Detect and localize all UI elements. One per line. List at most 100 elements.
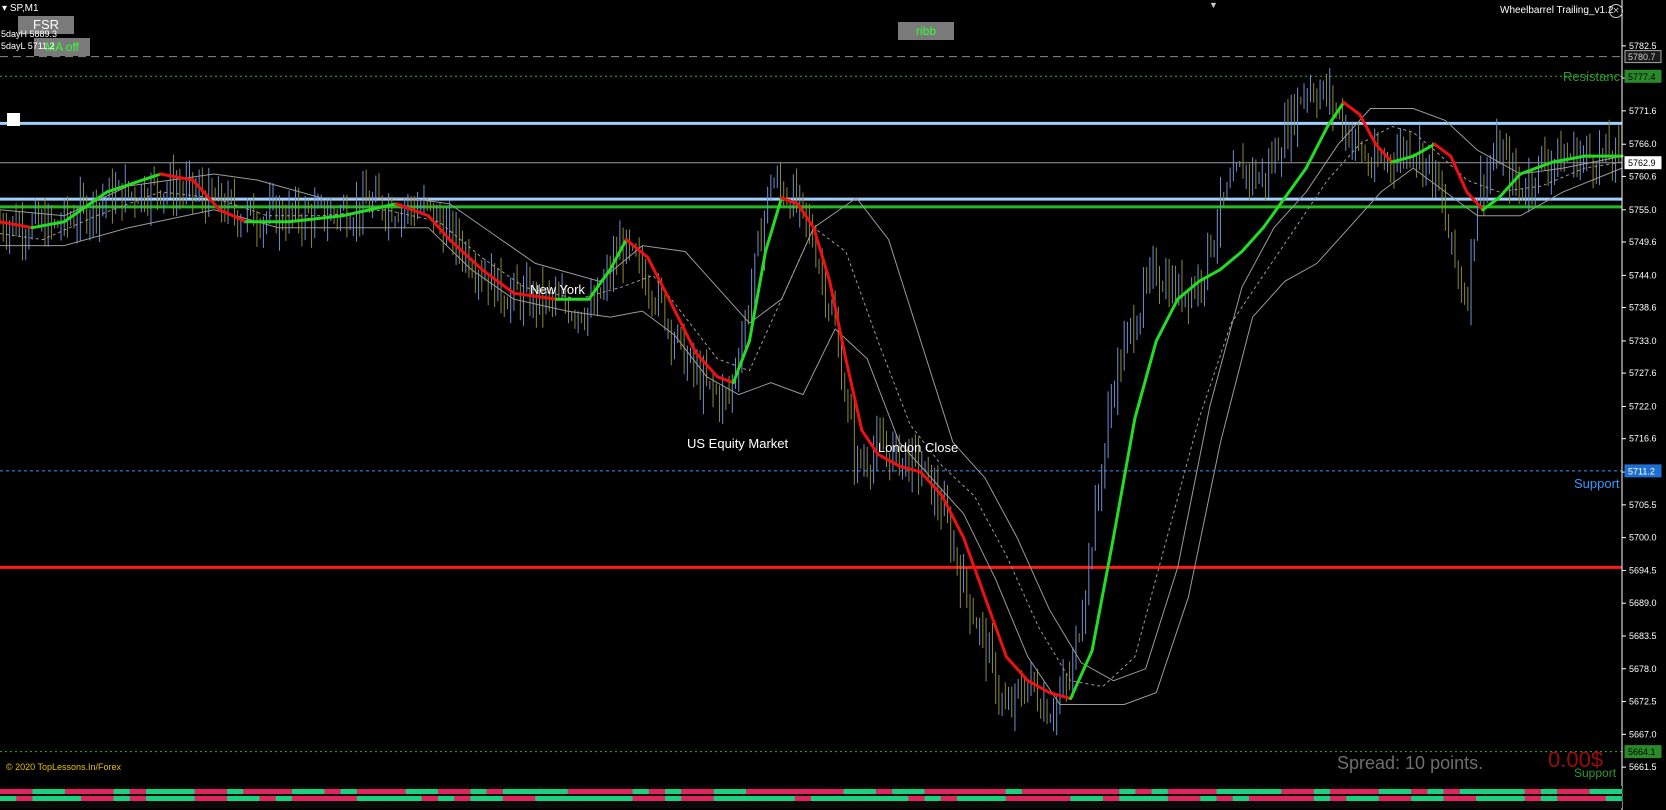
- ma-segment-8: [287, 214, 345, 224]
- strip-top-70: [1135, 789, 1153, 794]
- strip-top-30: [486, 789, 504, 794]
- price-tag-label-4: 5664.1: [1628, 747, 1656, 757]
- strip-bottom-75: [1216, 796, 1234, 801]
- strip-bottom-2: [32, 796, 50, 801]
- strip-top-49: [794, 789, 812, 794]
- y-tick-label-4: 5760.6: [1629, 171, 1657, 181]
- strip-bottom-60: [973, 796, 990, 801]
- strip-bottom-3: [48, 796, 66, 801]
- strip-bottom-0: [0, 796, 17, 801]
- strip-top-43: [697, 789, 715, 794]
- session-us-equity: US Equity Market: [687, 436, 789, 451]
- strip-bottom-6: [97, 796, 115, 801]
- strip-bottom-59: [956, 796, 974, 801]
- copyright-text: © 2020 TopLessons.In/Forex: [6, 762, 122, 772]
- y-tick-label-0: 5782.5: [1629, 41, 1657, 51]
- strip-bottom-18: [291, 796, 309, 801]
- price-bars: [0, 68, 1620, 736]
- price-tag-label-3: 5711.2: [1628, 466, 1655, 476]
- strip-bottom-79: [1281, 796, 1299, 801]
- strip-bottom-91: [1476, 796, 1493, 801]
- ma-segment-43: [1111, 416, 1137, 540]
- moving-average: [0, 101, 1624, 701]
- pnl-text: 0.00$: [1548, 747, 1604, 772]
- strip-top-4: [64, 789, 82, 794]
- strip-bottom-24: [389, 796, 406, 801]
- strip-top-98: [1589, 789, 1607, 794]
- strip-bottom-10: [162, 796, 179, 801]
- strip-bottom-57: [924, 796, 942, 801]
- strip-top-74: [1200, 789, 1217, 794]
- strip-bottom-78: [1265, 796, 1282, 801]
- strip-bottom-72: [1167, 796, 1185, 801]
- session-london-close: London Close: [878, 440, 959, 455]
- strip-bottom-48: [778, 796, 796, 801]
- ma-segment-65: [1550, 154, 1587, 164]
- strip-top-69: [1119, 789, 1136, 794]
- strip-bottom-50: [811, 796, 828, 801]
- strip-top-39: [632, 789, 650, 794]
- y-tick-label-17: 5689.0: [1629, 598, 1657, 608]
- strip-top-5: [81, 789, 98, 794]
- ma-segment-54: [1342, 101, 1362, 116]
- strip-bottom-51: [827, 796, 844, 801]
- y-tick-label-10: 5727.6: [1629, 368, 1657, 378]
- strip-top-58: [940, 789, 958, 794]
- horizontal-levels: [0, 56, 1622, 753]
- strip-bottom-28: [454, 796, 471, 801]
- strip-bottom-17: [275, 796, 293, 801]
- strip-bottom-87: [1411, 796, 1428, 801]
- strip-top-45: [729, 789, 747, 794]
- strip-top-60: [973, 789, 990, 794]
- ma-segment-59: [1433, 142, 1453, 158]
- strip-top-8: [129, 789, 147, 794]
- strip-top-10: [162, 789, 179, 794]
- strip-top-26: [421, 789, 439, 794]
- y-tick-label-21: 5667.0: [1629, 729, 1657, 739]
- strip-top-52: [843, 789, 861, 794]
- ribb-button[interactable]: ribb: [898, 22, 954, 40]
- ma-segment-47: [1197, 267, 1223, 283]
- ma-segment-58: [1411, 142, 1437, 158]
- ma-segment-45: [1154, 297, 1180, 343]
- strip-top-13: [210, 789, 228, 794]
- session-new-york: New York: [530, 282, 585, 297]
- strip-top-53: [859, 789, 877, 794]
- ma-segment-42: [1090, 536, 1115, 653]
- strip-top-65: [1054, 789, 1072, 794]
- ma-segment-41: [1069, 649, 1094, 701]
- strip-bottom-33: [535, 796, 552, 801]
- strip-top-47: [762, 789, 780, 794]
- strip-top-25: [405, 789, 423, 794]
- strip-top-33: [535, 789, 552, 794]
- strip-bottom-55: [892, 796, 909, 801]
- strip-top-68: [1102, 789, 1120, 794]
- price-chart[interactable]: 5782.55777.15771.65766.05760.65755.05749…: [0, 0, 1666, 810]
- price-tag-label-1: 5777.4: [1628, 72, 1656, 82]
- spread-text: Spread: 10 points.: [1337, 753, 1484, 773]
- strip-top-88: [1427, 789, 1445, 794]
- strip-top-46: [746, 789, 763, 794]
- strip-bottom-27: [437, 796, 455, 801]
- strip-bottom-47: [762, 796, 780, 801]
- chart-scroll-marker: ▼: [1209, 0, 1218, 10]
- strip-top-32: [519, 789, 536, 794]
- price-tag-label-2: 5762.9: [1628, 158, 1656, 168]
- strip-top-71: [1151, 789, 1169, 794]
- strip-top-66: [1070, 789, 1088, 794]
- strip-top-40: [648, 789, 666, 794]
- close-icon[interactable]: ×: [1609, 4, 1623, 18]
- strip-bottom-7: [113, 796, 131, 801]
- strip-bottom-66: [1070, 796, 1088, 801]
- ribbon-mid-line: [0, 125, 1623, 688]
- strip-bottom-83: [1346, 796, 1363, 801]
- drag-handle[interactable]: [7, 113, 20, 126]
- strip-top-56: [908, 789, 926, 794]
- price-tag-label-0: 5780.7: [1628, 52, 1656, 62]
- ma-segment-22: [715, 375, 735, 385]
- strip-top-3: [48, 789, 66, 794]
- strip-top-29: [470, 789, 488, 794]
- y-tick-label-15: 5700.0: [1629, 533, 1657, 543]
- strip-top-23: [373, 789, 390, 794]
- strip-bottom-11: [178, 796, 196, 801]
